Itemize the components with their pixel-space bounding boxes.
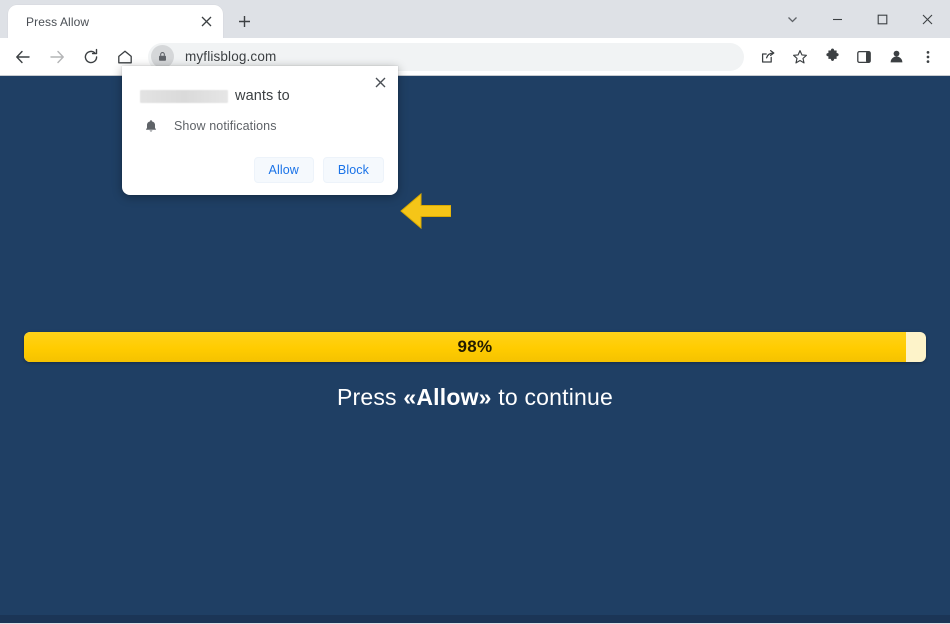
block-button[interactable]: Block <box>322 157 384 183</box>
headline-prefix: Press <box>336 384 404 410</box>
tab-title: Press Allow <box>26 14 90 29</box>
reload-button[interactable] <box>76 42 106 72</box>
tab-strip: Press Allow <box>0 0 950 38</box>
bell-icon <box>142 117 160 135</box>
bookmark-star-icon[interactable] <box>786 43 814 71</box>
popup-close-icon[interactable] <box>370 72 390 92</box>
popup-actions: Allow Block <box>140 157 384 183</box>
toolbar-actions <box>752 43 944 71</box>
popup-title-row: wants to <box>140 88 384 104</box>
tab-search-chevron-down-icon[interactable] <box>770 3 815 35</box>
back-button[interactable] <box>8 42 38 72</box>
headline-suffix: to continue <box>491 384 614 410</box>
tab-close-icon[interactable] <box>197 13 215 31</box>
window-controls <box>770 0 950 38</box>
notification-permission-popup: wants to Show notifications Allow Block <box>122 66 398 195</box>
window-close-icon[interactable] <box>905 3 950 35</box>
minimize-icon[interactable] <box>815 3 860 35</box>
forward-button[interactable] <box>42 42 72 72</box>
share-icon[interactable] <box>754 43 782 71</box>
progress-bar: 98% <box>24 332 926 362</box>
maximize-icon[interactable] <box>860 3 905 35</box>
profile-avatar-icon[interactable] <box>882 43 910 71</box>
progress-percent-label: 98% <box>457 337 493 356</box>
page-bottom-strip <box>0 615 950 623</box>
allow-button[interactable]: Allow <box>253 157 314 183</box>
tab-press-allow[interactable]: Press Allow <box>8 5 223 38</box>
new-tab-button[interactable] <box>229 7 259 35</box>
arrow-left-icon <box>399 192 451 230</box>
permission-item-label: Show notifications <box>174 119 277 133</box>
page-headline: Press «Allow» to continue <box>0 384 950 411</box>
three-dot-menu-icon[interactable] <box>914 43 942 71</box>
redacted-origin <box>140 89 228 103</box>
extensions-puzzle-icon[interactable] <box>818 43 846 71</box>
permission-item-show-notifications: Show notifications <box>140 117 384 135</box>
browser-window: Press Allow myflisblog.com 98% Press «Al… <box>0 0 950 624</box>
lock-icon[interactable] <box>151 45 174 68</box>
url-text: myflisblog.com <box>185 49 277 64</box>
headline-emphasis: «Allow» <box>403 384 492 410</box>
side-panel-icon[interactable] <box>850 43 878 71</box>
popup-title-suffix: wants to <box>235 88 290 104</box>
